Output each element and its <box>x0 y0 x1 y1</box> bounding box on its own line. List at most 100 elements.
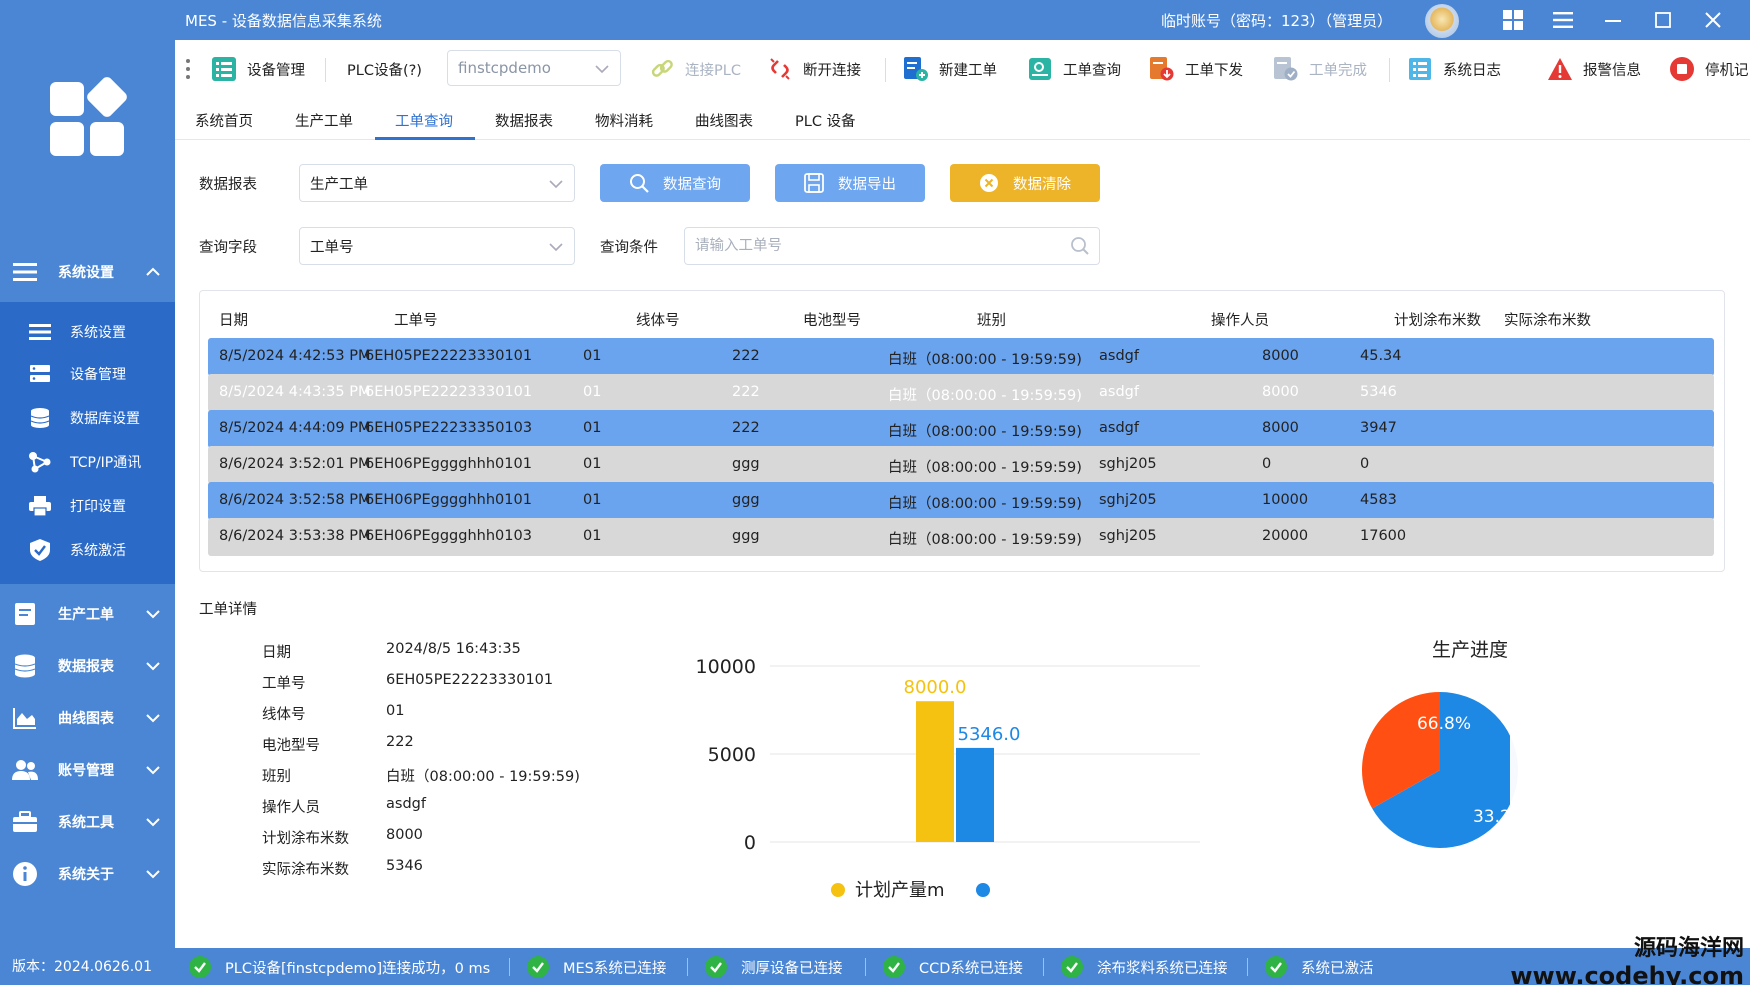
connect-plc-button[interactable]: 连接PLC <box>649 54 741 84</box>
check-circle-icon <box>1061 956 1083 978</box>
sidebar-item-activate[interactable]: 系统激活 <box>0 530 175 570</box>
cell-line: 01 <box>583 528 602 544</box>
column-header-date[interactable]: 日期 <box>219 309 248 330</box>
sidebar-group-production-order[interactable]: 生产工单 <box>0 588 175 640</box>
order-query-button[interactable]: 工单查询 <box>1027 54 1121 84</box>
sidebar-item-tcpip[interactable]: TCP/IP通讯 <box>0 442 175 482</box>
condition-label: 查询条件 <box>600 240 658 256</box>
table-row[interactable]: 8/6/2024 3:52:58 PM 6EH06PEgggghhh0101 01 g… <box>208 482 1714 520</box>
clear-button[interactable]: 数据清除 <box>950 164 1100 202</box>
column-header-planned[interactable]: 计划涂布米数 <box>1394 309 1481 330</box>
sidebar-submenu: 系统设置 设备管理 数据库设置 TCP/IP通讯 打印设置 系统激活 <box>0 302 175 584</box>
status-item: CCD系统已连接 <box>883 956 1023 978</box>
sidebar-group-label: 系统工具 <box>58 815 114 831</box>
system-log-button[interactable]: 系统日志 <box>1407 54 1501 84</box>
close-icon[interactable] <box>1701 8 1725 32</box>
order-complete-button[interactable]: 工单完成 <box>1273 54 1367 84</box>
stop-record-button[interactable]: 停机记 <box>1669 54 1749 84</box>
cell-line: 01 <box>583 348 602 364</box>
order-issue-button[interactable]: 工单下发 <box>1149 54 1243 84</box>
sidebar-group-about[interactable]: 系统关于 <box>0 848 175 900</box>
table-row[interactable]: 8/5/2024 4:44:09 PM 6EH05PE22233350103 01 2… <box>208 410 1714 448</box>
check-circle-icon <box>883 956 905 978</box>
table-row[interactable]: 8/6/2024 3:52:01 PM 6EH06PEgggghhh0101 01 g… <box>208 446 1714 484</box>
status-divider <box>865 958 866 976</box>
device-mgmt-button[interactable]: 设备管理 <box>211 54 305 84</box>
sidebar-group-account-mgmt[interactable]: 账号管理 <box>0 744 175 796</box>
cell-shift: 白班（08:00:00 - 19:59:59) <box>888 424 1082 440</box>
search-icon[interactable] <box>1070 236 1090 260</box>
sidebar-item-print[interactable]: 打印设置 <box>0 486 175 526</box>
tab-production-order[interactable]: 生产工单 <box>295 110 353 131</box>
report-select[interactable]: 生产工单 <box>299 164 575 202</box>
detail-label: 班别 <box>262 769 291 785</box>
new-order-label: 新建工单 <box>939 62 997 79</box>
sidebar-group-curve-chart[interactable]: 曲线图表 <box>0 692 175 744</box>
column-header-battery[interactable]: 电池型号 <box>803 309 861 330</box>
status-divider <box>1247 958 1248 976</box>
bar-chart: 0 5000 10000 8000.0 5346.0 计划产量m <box>696 656 1200 901</box>
chevron-down-icon <box>143 864 163 884</box>
tab-bar: 系统首页 生产工单 工单查询 数据报表 物料消耗 曲线图表 PLC 设备 <box>175 98 1750 140</box>
sidebar-group-label: 数据报表 <box>58 659 114 675</box>
active-tab-indicator <box>375 137 475 140</box>
sidebar-item-system-settings[interactable]: 系统设置 <box>0 312 175 352</box>
column-header-line[interactable]: 线体号 <box>636 309 680 330</box>
order-issue-label: 工单下发 <box>1185 62 1243 79</box>
tab-home[interactable]: 系统首页 <box>195 110 253 131</box>
table-row[interactable]: 8/5/2024 4:42:53 PM 6EH05PE22223330101 01 2… <box>208 338 1714 376</box>
column-header-operator[interactable]: 操作人员 <box>1211 309 1269 330</box>
cell-shift: 白班（08:00:00 - 19:59:59) <box>888 532 1082 548</box>
query-button[interactable]: 数据查询 <box>600 164 750 202</box>
condition-input[interactable] <box>684 227 1100 265</box>
sidebar-item-label: 设备管理 <box>70 367 126 383</box>
sidebar-item-device-mgmt[interactable]: 设备管理 <box>0 354 175 394</box>
sidebar-group-system-tools[interactable]: 系统工具 <box>0 796 175 848</box>
sidebar-group-system-settings[interactable]: 系统设置 <box>0 246 175 298</box>
column-header-actual[interactable]: 实际涂布米数 <box>1504 309 1591 330</box>
table-row[interactable]: 8/6/2024 3:53:38 PM 6EH06PEgggghhh0103 01 g… <box>208 518 1714 556</box>
window-title: MES - 设备数据信息采集系统 <box>185 12 382 30</box>
sidebar-group-data-report[interactable]: 数据报表 <box>0 640 175 692</box>
cell-operator: sghj205 <box>1099 456 1157 472</box>
column-header-order-no[interactable]: 工单号 <box>394 309 438 330</box>
tab-plc-device[interactable]: PLC 设备 <box>795 110 856 131</box>
menu-icon[interactable] <box>1551 8 1575 32</box>
tab-data-report[interactable]: 数据报表 <box>495 110 553 131</box>
cell-planned: 8000 <box>1262 384 1299 400</box>
chevron-down-icon <box>143 708 163 728</box>
alarm-info-button[interactable]: 报警信息 <box>1547 54 1641 84</box>
disconnect-button[interactable]: 断开连接 <box>767 54 861 84</box>
table-row[interactable]: 8/5/2024 4:43:35 PM 6EH05PE22223330101 01 2… <box>208 374 1714 412</box>
tab-curve-chart[interactable]: 曲线图表 <box>695 110 753 131</box>
stop-record-label: 停机记 <box>1705 62 1749 79</box>
tab-material[interactable]: 物料消耗 <box>595 110 653 131</box>
column-header-shift[interactable]: 班别 <box>977 309 1006 330</box>
minimize-icon[interactable] <box>1601 8 1625 32</box>
field-select[interactable]: 工单号 <box>299 227 575 265</box>
watermark-line1: 源码海洋网 <box>1633 936 1744 961</box>
sidebar-item-database[interactable]: 数据库设置 <box>0 398 175 438</box>
database-icon <box>12 653 38 679</box>
search-document-icon <box>1027 56 1053 82</box>
drag-handle-icon[interactable] <box>185 58 191 84</box>
status-divider <box>509 958 510 976</box>
cell-shift: 白班（08:00:00 - 19:59:59) <box>888 388 1082 404</box>
chevron-down-icon <box>143 812 163 832</box>
toolbar-divider <box>325 58 326 82</box>
detail-value: 5346 <box>386 858 423 874</box>
check-circle-icon <box>189 956 211 978</box>
maximize-icon[interactable] <box>1651 8 1675 32</box>
export-button[interactable]: 数据导出 <box>775 164 925 202</box>
windows-logo-icon[interactable] <box>1501 8 1525 32</box>
cell-operator: asdgf <box>1099 348 1139 364</box>
plc-device-select[interactable]: finstcpdemo <box>447 50 621 86</box>
chevron-down-icon <box>548 239 564 259</box>
tab-order-query[interactable]: 工单查询 <box>395 110 453 131</box>
cell-order-no: 6EH06PEgggghhh0101 <box>365 456 532 472</box>
sidebar-item-label: 数据库设置 <box>70 411 140 427</box>
sidebar-group-label: 生产工单 <box>58 607 114 623</box>
report-label: 数据报表 <box>199 177 257 193</box>
avatar[interactable] <box>1425 4 1459 38</box>
new-order-button[interactable]: 新建工单 <box>903 54 997 84</box>
